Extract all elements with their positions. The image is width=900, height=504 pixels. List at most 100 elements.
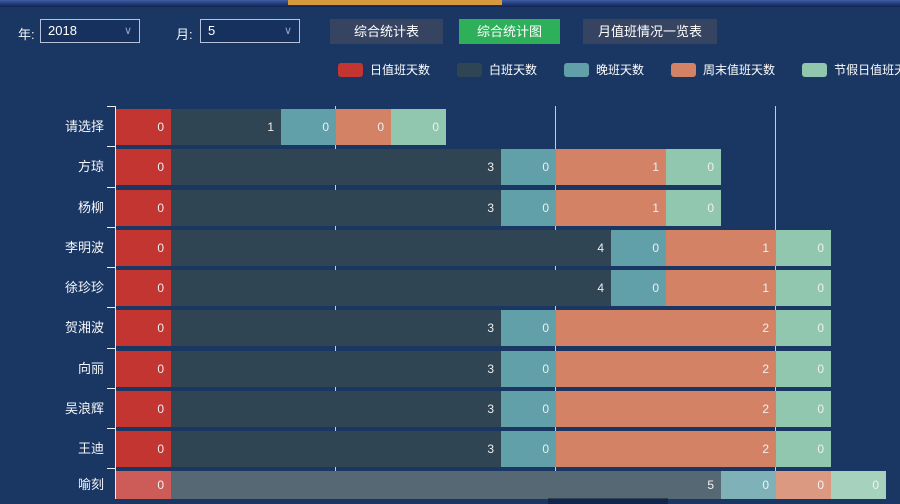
bar-segment[interactable]: 0 xyxy=(501,310,556,346)
bar-segment[interactable]: 1 xyxy=(171,109,281,145)
bar-value-label: 3 xyxy=(487,402,494,416)
bar-segment[interactable]: 3 xyxy=(171,351,501,387)
bar-value-label: 0 xyxy=(322,120,329,134)
bar-segment[interactable]: 0 xyxy=(116,391,171,427)
bar-value-label: 1 xyxy=(267,120,274,134)
bar-segment[interactable]: 0 xyxy=(116,230,171,266)
axis-tick xyxy=(107,428,115,429)
category-label: 徐珍珍 xyxy=(0,280,104,296)
bar-segment[interactable]: 0 xyxy=(776,270,831,306)
bar-segment[interactable]: 0 xyxy=(666,190,721,226)
bar-value-label: 0 xyxy=(542,201,549,215)
bar-value-label: 4 xyxy=(597,281,604,295)
bar-row: 0 1 0 0 0 xyxy=(116,109,446,145)
bar-value-label: 0 xyxy=(432,120,439,134)
bar-segment[interactable]: 0 xyxy=(336,109,391,145)
bar-segment[interactable]: 2 xyxy=(556,431,776,467)
bar-row: 04010 xyxy=(116,230,831,266)
bar-segment[interactable]: 0 xyxy=(501,431,556,467)
category-label: 向丽 xyxy=(0,361,104,377)
bar-value-label: 0 xyxy=(817,478,824,492)
bar-segment[interactable]: 0 xyxy=(116,431,171,467)
bar-value-label: 0 xyxy=(872,478,879,492)
bar-segment[interactable]: 0 xyxy=(776,391,831,427)
bar-segment[interactable]: 0 xyxy=(611,270,666,306)
bar-value-label: 0 xyxy=(652,281,659,295)
bar-row: 0 3 0 1 0 xyxy=(116,149,721,185)
bar-value-label: 2 xyxy=(762,321,769,335)
bar-segment[interactable]: 0 xyxy=(776,431,831,467)
bar-segment[interactable]: 2 xyxy=(556,310,776,346)
bar-segment[interactable]: 0 xyxy=(776,310,831,346)
bar-value-label: 0 xyxy=(652,241,659,255)
bar-segment[interactable]: 3 xyxy=(171,310,501,346)
bar-segment[interactable]: 0 xyxy=(831,471,886,499)
bar-value-label: 1 xyxy=(652,160,659,174)
axis-tick xyxy=(107,267,115,268)
bar-value-label: 0 xyxy=(707,201,714,215)
bar-segment[interactable]: 1 xyxy=(666,270,776,306)
bar-segment[interactable]: 0 xyxy=(776,351,831,387)
bar-segment[interactable]: 0 xyxy=(116,310,171,346)
bar-segment[interactable]: 0 xyxy=(116,149,171,185)
category-label: 喻刻 xyxy=(0,477,104,493)
bar-segment[interactable]: 0 xyxy=(501,391,556,427)
bar-value-label: 0 xyxy=(542,442,549,456)
bar-value-label: 0 xyxy=(542,362,549,376)
bar-value-label: 1 xyxy=(762,241,769,255)
bar-segment[interactable]: 0 xyxy=(116,190,171,226)
bar-segment[interactable]: 3 xyxy=(171,149,501,185)
axis-tick xyxy=(107,146,115,147)
bar-segment[interactable]: 5 xyxy=(171,471,721,499)
bar-segment[interactable]: 0 xyxy=(116,471,171,499)
bar-row: 03020 xyxy=(116,391,831,427)
bar-segment[interactable]: 0 xyxy=(116,351,171,387)
bar-segment[interactable]: 2 xyxy=(556,351,776,387)
bar-segment[interactable]: 0 xyxy=(611,230,666,266)
bar-value-label: 0 xyxy=(157,241,164,255)
bar-value-label: 3 xyxy=(487,160,494,174)
bar-value-label: 0 xyxy=(707,160,714,174)
bar-segment[interactable]: 4 xyxy=(171,230,611,266)
axis-tick xyxy=(107,348,115,349)
category-label: 贺湘波 xyxy=(0,320,104,336)
bar-value-label: 2 xyxy=(762,442,769,456)
category-label: 吴浪辉 xyxy=(0,401,104,417)
bar-segment[interactable]: 1 xyxy=(666,230,776,266)
axis-tick xyxy=(107,187,115,188)
bar-value-label: 0 xyxy=(817,321,824,335)
bar-segment[interactable]: 3 xyxy=(171,431,501,467)
bar-segment[interactable]: 0 xyxy=(501,351,556,387)
bar-segment[interactable]: 3 xyxy=(171,391,501,427)
bar-segment[interactable]: 0 xyxy=(281,109,336,145)
bar-row: 03020 xyxy=(116,351,831,387)
bar-segment[interactable]: 0 xyxy=(501,190,556,226)
axis-tick xyxy=(107,307,115,308)
bar-row: 03020 xyxy=(116,431,831,467)
bar-value-label: 0 xyxy=(817,281,824,295)
bar-segment[interactable]: 2 xyxy=(556,391,776,427)
bar-value-label: 0 xyxy=(157,478,164,492)
bar-value-label: 0 xyxy=(817,402,824,416)
axis-tick xyxy=(107,227,115,228)
bar-segment[interactable]: 0 xyxy=(721,471,776,499)
bar-segment[interactable]: 0 xyxy=(501,149,556,185)
bar-row: 05000 xyxy=(116,471,886,499)
bar-row: 04010 xyxy=(116,270,831,306)
bar-value-label: 0 xyxy=(542,160,549,174)
bar-segment[interactable]: 0 xyxy=(666,149,721,185)
bar-segment[interactable]: 1 xyxy=(556,149,666,185)
bar-segment[interactable]: 1 xyxy=(556,190,666,226)
bar-segment[interactable]: 0 xyxy=(776,230,831,266)
bar-segment[interactable]: 0 xyxy=(776,471,831,499)
bar-segment[interactable]: 4 xyxy=(171,270,611,306)
bar-value-label: 0 xyxy=(377,120,384,134)
bottom-notch xyxy=(548,498,668,504)
bar-value-label: 0 xyxy=(157,362,164,376)
bar-segment[interactable]: 3 xyxy=(171,190,501,226)
bar-segment[interactable]: 0 xyxy=(116,109,171,145)
bar-row: 03020 xyxy=(116,310,831,346)
bar-segment[interactable]: 0 xyxy=(116,270,171,306)
bar-value-label: 0 xyxy=(157,120,164,134)
bar-segment[interactable]: 0 xyxy=(391,109,446,145)
